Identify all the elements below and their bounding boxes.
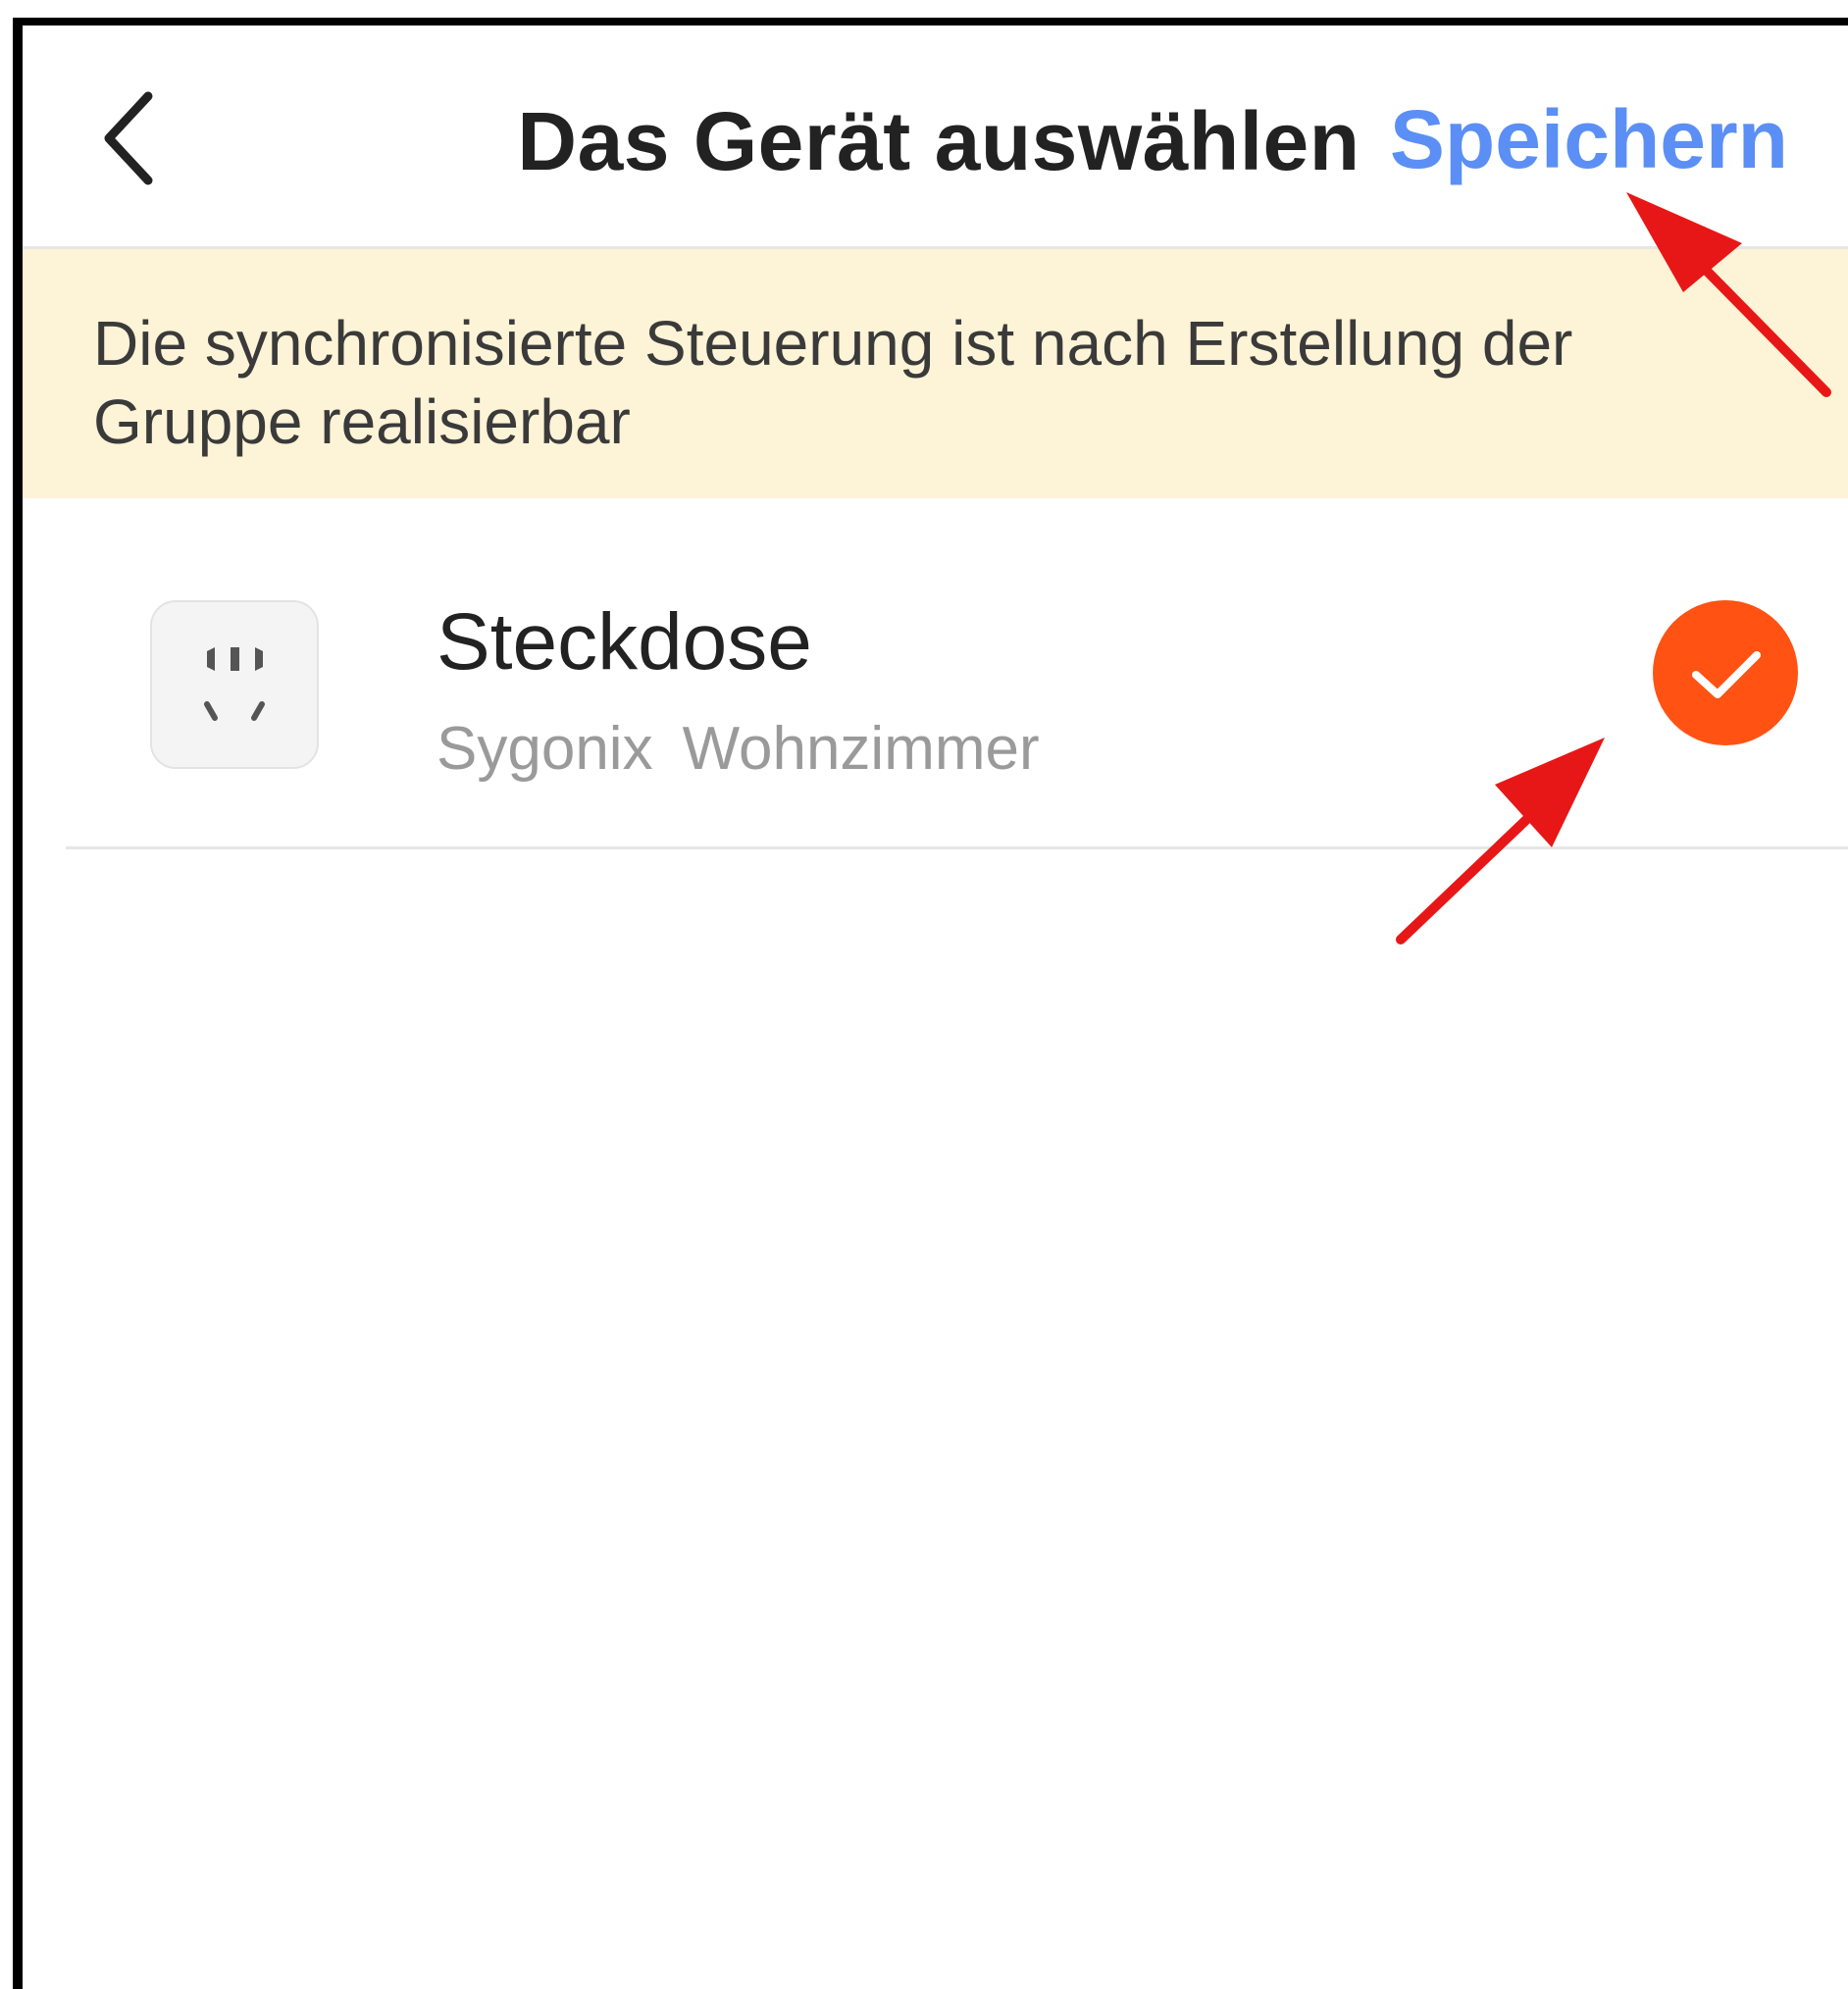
selected-checkbox[interactable]	[1653, 600, 1798, 745]
power-socket-icon	[150, 600, 319, 769]
info-banner: Die synchronisierte Steuerung ist nach E…	[23, 249, 1848, 498]
device-brand: Sygonix	[436, 715, 653, 783]
app-screen: Das Gerät auswählen Speichern Die synchr…	[13, 18, 1848, 1989]
device-list-item[interactable]: Steckdose Sygonix Wohnzimmer	[66, 498, 1848, 849]
device-subtitle: Sygonix Wohnzimmer	[436, 714, 1040, 784]
checkmark-icon	[1692, 651, 1761, 698]
device-room: Wohnzimmer	[682, 715, 1040, 783]
save-button[interactable]: Speichern	[1390, 92, 1788, 187]
top-bar: Das Gerät auswählen Speichern	[23, 26, 1848, 249]
device-name: Steckdose	[436, 597, 812, 687]
